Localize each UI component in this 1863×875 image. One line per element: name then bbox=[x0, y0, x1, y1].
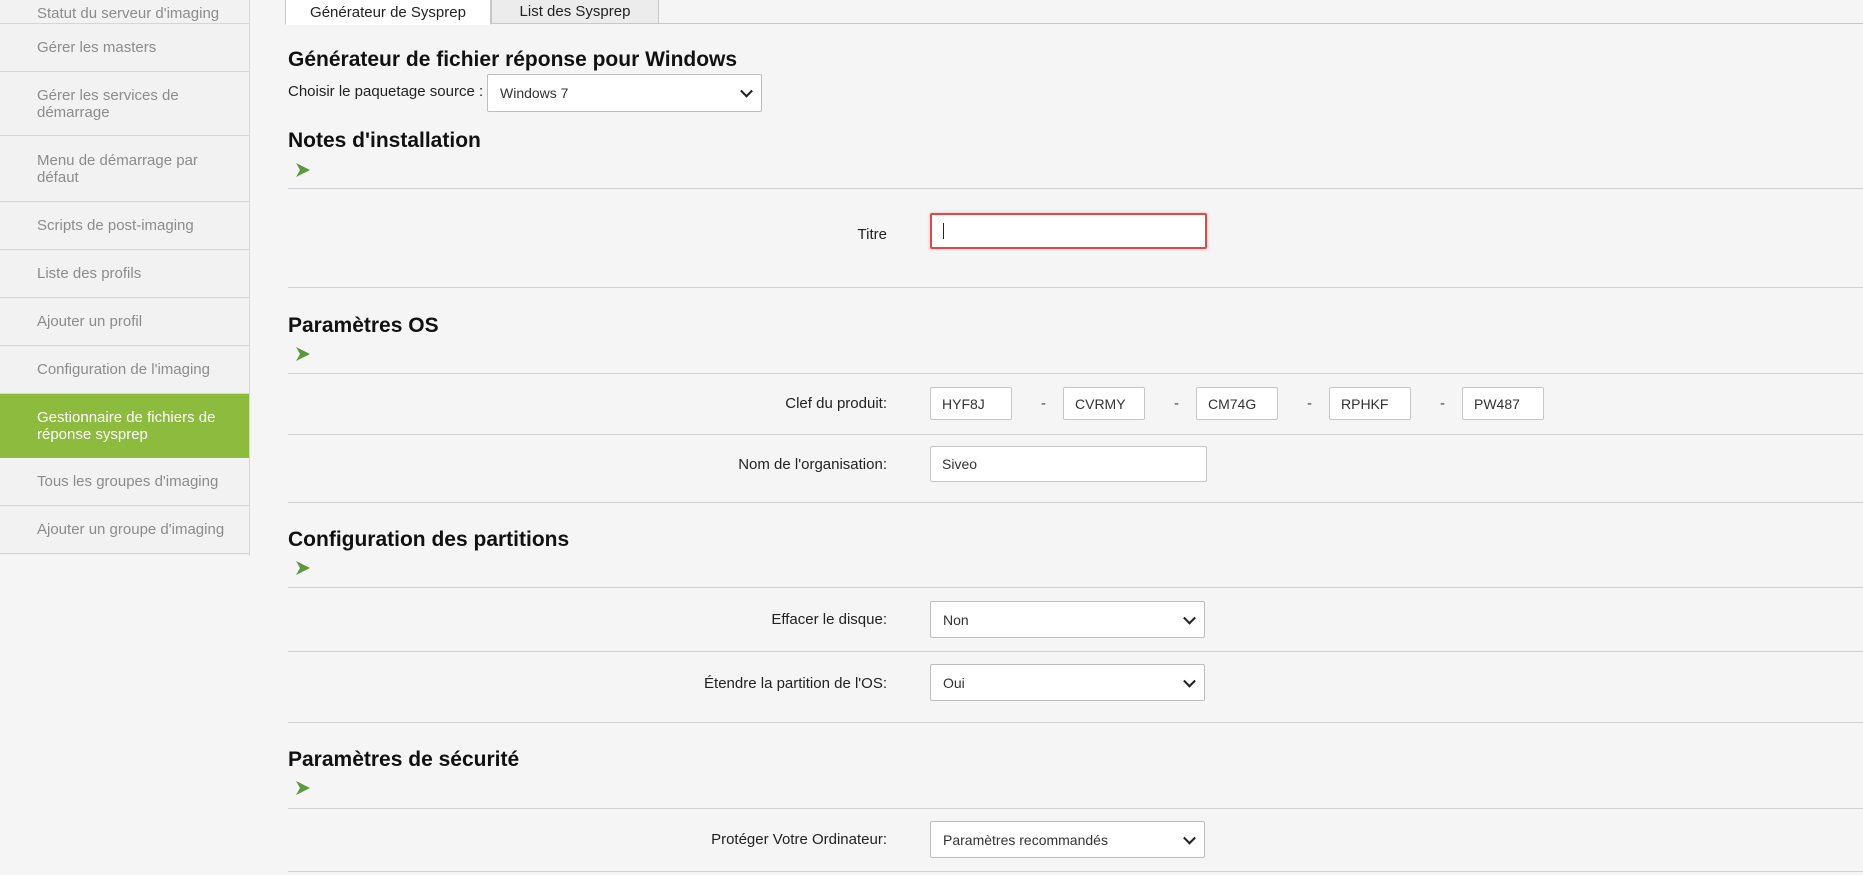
protect-computer-value: Paramètres recommandés bbox=[943, 831, 1108, 848]
sidebar-item-server-status[interactable]: Statut du serveur d'imaging bbox=[0, 0, 249, 24]
source-package-select[interactable]: Windows 7 bbox=[487, 74, 762, 112]
divider bbox=[288, 188, 1863, 189]
sidebar-item-label: Statut du serveur d'imaging bbox=[37, 5, 220, 22]
source-package-label: Choisir le paquetage source : bbox=[288, 83, 484, 100]
chevron-down-icon bbox=[740, 84, 753, 98]
divider bbox=[288, 871, 1863, 872]
divider bbox=[288, 722, 1863, 723]
product-key-part-3[interactable]: CM74G bbox=[1196, 387, 1278, 420]
chevron-down-icon bbox=[1183, 831, 1196, 845]
sidebar-item-label: Gérer les masters bbox=[37, 39, 157, 56]
sidebar-item-label: Configuration de l'imaging bbox=[37, 361, 210, 378]
extend-partition-label: Étendre la partition de l'OS: bbox=[704, 675, 887, 692]
section-title-partitions: Configuration des partitions bbox=[288, 528, 570, 551]
product-key-label: Clef du produit: bbox=[785, 395, 887, 412]
product-key-separator: - bbox=[1307, 395, 1312, 412]
product-key-value: CM74G bbox=[1208, 395, 1257, 412]
tab-label: Générateur de Sysprep bbox=[310, 3, 466, 21]
section-title-security: Paramètres de sécurité bbox=[288, 748, 520, 771]
product-key-separator: - bbox=[1440, 395, 1445, 412]
sidebar-item-label: Gérer les services de démarrage bbox=[37, 86, 179, 121]
organization-value: Siveo bbox=[942, 456, 978, 472]
product-key-value: RPHKF bbox=[1341, 395, 1389, 412]
section-title-install-notes: Notes d'installation bbox=[288, 129, 481, 152]
erase-disk-value: Non bbox=[943, 611, 969, 628]
protect-computer-select[interactable]: Paramètres recommandés bbox=[930, 821, 1205, 858]
product-key-part-5[interactable]: PW487 bbox=[1462, 387, 1544, 420]
chevron-down-icon bbox=[1183, 674, 1196, 688]
tab-sysprep-list[interactable]: List des Sysprep bbox=[491, 0, 659, 24]
text-caret bbox=[943, 223, 944, 239]
organization-label: Nom de l'organisation: bbox=[738, 456, 887, 473]
sidebar-item-profile-list[interactable]: Liste des profils bbox=[0, 250, 249, 298]
chevron-right-icon[interactable] bbox=[294, 345, 312, 363]
protect-computer-label: Protéger Votre Ordinateur: bbox=[711, 831, 887, 848]
product-key-value: PW487 bbox=[1474, 395, 1520, 412]
erase-disk-select[interactable]: Non bbox=[930, 601, 1205, 638]
organization-input[interactable]: Siveo bbox=[930, 446, 1207, 482]
product-key-value: HYF8J bbox=[942, 395, 985, 412]
product-key-value: CVRMY bbox=[1075, 395, 1126, 412]
sidebar-item-masters[interactable]: Gérer les masters bbox=[0, 24, 249, 72]
erase-disk-label: Effacer le disque: bbox=[771, 611, 887, 628]
sidebar-item-label: Ajouter un profil bbox=[37, 313, 143, 330]
sidebar-item-default-boot-menu[interactable]: Menu de démarrage par défaut bbox=[0, 136, 249, 202]
source-package-value: Windows 7 bbox=[500, 85, 569, 101]
chevron-right-icon[interactable] bbox=[294, 161, 312, 179]
sidebar-item-all-imaging-groups[interactable]: Tous les groupes d'imaging bbox=[0, 458, 249, 506]
sidebar-item-label: Ajouter un groupe d'imaging bbox=[37, 521, 225, 538]
chevron-down-icon bbox=[1183, 611, 1196, 625]
divider bbox=[288, 434, 1863, 435]
product-key-separator: - bbox=[1041, 395, 1046, 412]
extend-partition-select[interactable]: Oui bbox=[930, 664, 1205, 701]
extend-partition-value: Oui bbox=[943, 674, 965, 691]
chevron-right-icon[interactable] bbox=[294, 779, 312, 797]
product-key-part-4[interactable]: RPHKF bbox=[1329, 387, 1411, 420]
sidebar-item-boot-services[interactable]: Gérer les services de démarrage bbox=[0, 72, 249, 136]
chevron-right-icon[interactable] bbox=[294, 559, 312, 577]
section-title-os-settings: Paramètres OS bbox=[288, 314, 439, 337]
sidebar: Statut du serveur d'imaging Gérer les ma… bbox=[0, 0, 250, 556]
page-title: Générateur de fichier réponse pour Windo… bbox=[288, 48, 738, 71]
sidebar-item-add-imaging-group[interactable]: Ajouter un groupe d'imaging bbox=[0, 506, 249, 554]
divider bbox=[288, 287, 1863, 288]
sidebar-item-label: Menu de démarrage par défaut bbox=[37, 151, 198, 186]
sidebar-item-sysprep-manager[interactable]: Gestionnaire de fichiers de réponse sysp… bbox=[0, 394, 249, 458]
sidebar-item-post-imaging-scripts[interactable]: Scripts de post-imaging bbox=[0, 202, 249, 250]
sidebar-item-label: Liste des profils bbox=[37, 265, 142, 282]
sidebar-item-add-profile[interactable]: Ajouter un profil bbox=[0, 298, 249, 346]
product-key-part-1[interactable]: HYF8J bbox=[930, 387, 1012, 420]
divider bbox=[288, 373, 1863, 374]
titre-label: Titre bbox=[857, 226, 887, 243]
tab-label: List des Sysprep bbox=[519, 3, 631, 20]
product-key-part-2[interactable]: CVRMY bbox=[1063, 387, 1145, 420]
tab-sysprep-generator[interactable]: Générateur de Sysprep bbox=[285, 0, 491, 25]
titre-input[interactable] bbox=[930, 213, 1207, 249]
sidebar-item-label: Gestionnaire de fichiers de réponse sysp… bbox=[37, 408, 216, 443]
divider bbox=[288, 651, 1863, 652]
sidebar-item-imaging-config[interactable]: Configuration de l'imaging bbox=[0, 346, 249, 394]
product-key-separator: - bbox=[1174, 395, 1179, 412]
sidebar-item-label: Scripts de post-imaging bbox=[37, 217, 194, 234]
divider bbox=[288, 502, 1863, 503]
divider bbox=[288, 808, 1863, 809]
sidebar-item-label: Tous les groupes d'imaging bbox=[37, 473, 219, 490]
tab-bar: Générateur de Sysprep List des Sysprep bbox=[285, 0, 1863, 25]
divider bbox=[288, 587, 1863, 588]
